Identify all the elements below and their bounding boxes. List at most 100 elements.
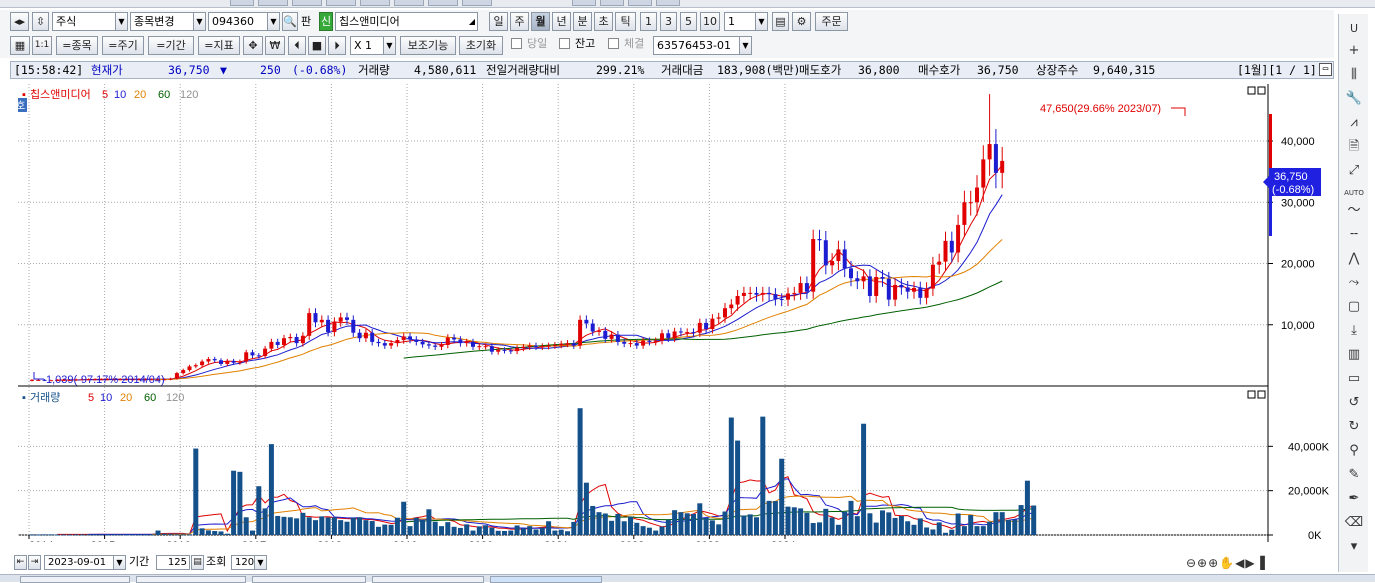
account-select[interactable]: 63576453-01 ▼ bbox=[653, 36, 752, 55]
eraser-icon[interactable]: ⌫ bbox=[1344, 514, 1364, 532]
period-input[interactable]: 125 bbox=[156, 555, 190, 570]
change-stock-select[interactable]: 종목변경 ▼ bbox=[130, 12, 206, 31]
undo-icon[interactable]: ↺ bbox=[1344, 394, 1364, 412]
document-icon[interactable]: 🗎 bbox=[1344, 138, 1364, 156]
download-icon[interactable]: ⤓ bbox=[1344, 322, 1364, 340]
volume-pane-restore-icon[interactable] bbox=[1247, 390, 1256, 399]
won-button[interactable]: ₩ bbox=[265, 36, 285, 55]
settings-icon[interactable]: ⚙ bbox=[792, 12, 811, 31]
chevron-down-icon[interactable]: ▼ bbox=[755, 13, 767, 30]
order-button[interactable]: 주문 bbox=[815, 12, 848, 31]
pane-close-icon[interactable] bbox=[1257, 86, 1266, 95]
prev-next-arrows-icon[interactable]: ◂▸ bbox=[10, 12, 29, 31]
right-nav-icon[interactable]: ⇥ bbox=[28, 555, 41, 570]
top-tab[interactable] bbox=[600, 0, 624, 6]
auto-mode-icon[interactable]: AUTO bbox=[1344, 184, 1364, 202]
top-tab[interactable] bbox=[428, 0, 458, 6]
chevron-down-icon[interactable]: ▼ bbox=[113, 556, 125, 569]
top-tab[interactable] bbox=[230, 0, 254, 6]
move-icon[interactable]: ✥ bbox=[243, 36, 263, 55]
top-tab[interactable] bbox=[326, 0, 356, 6]
top-tab[interactable] bbox=[656, 0, 680, 6]
pen-tool-icon[interactable]: ✒ bbox=[1344, 490, 1364, 508]
chevron-down-icon[interactable]: ▼ bbox=[193, 13, 205, 30]
aux-function-button[interactable]: 보조기능 bbox=[400, 36, 456, 55]
chevron-down-icon[interactable]: ▼ bbox=[739, 37, 751, 54]
calendar-icon[interactable]: ▤ bbox=[191, 555, 204, 570]
left-nav-icon[interactable]: ⇤ bbox=[14, 555, 27, 570]
interval-1[interactable]: 1 bbox=[640, 12, 657, 31]
balance-checkbox[interactable] bbox=[559, 38, 570, 49]
pane-restore-icon[interactable] bbox=[1247, 86, 1256, 95]
range-button[interactable]: =기간 bbox=[148, 36, 194, 55]
volume-bar bbox=[142, 534, 148, 536]
period-year[interactable]: 년 bbox=[552, 12, 571, 31]
market-select[interactable]: 주식 ▼ bbox=[52, 12, 128, 31]
top-tab[interactable] bbox=[572, 0, 596, 6]
multiplier-select[interactable]: X 1 ▼ bbox=[350, 36, 396, 55]
stock-search-icon[interactable]: ⇳ bbox=[32, 12, 49, 31]
cycle-button[interactable]: =주기 bbox=[102, 36, 144, 55]
top-tab[interactable] bbox=[360, 0, 390, 6]
top-tab[interactable] bbox=[258, 0, 288, 6]
period-month[interactable]: 월 bbox=[531, 12, 550, 31]
period-second[interactable]: 초 bbox=[594, 12, 613, 31]
search-icon[interactable]: 🔍 bbox=[282, 12, 298, 31]
status-maximize-icon[interactable]: ▭ bbox=[1319, 63, 1332, 76]
pencil-icon[interactable]: ✎ bbox=[1344, 466, 1364, 484]
scroll-left-icon[interactable]: ⏴ bbox=[288, 36, 306, 55]
save-icon[interactable]: ▤ bbox=[772, 12, 789, 31]
start-date-input[interactable]: 2023-09-01 ▼ bbox=[44, 555, 126, 570]
top-tab[interactable] bbox=[628, 0, 652, 6]
zigzag-icon[interactable]: ⋀ bbox=[1344, 250, 1364, 268]
stop-icon[interactable]: ■ bbox=[308, 36, 326, 55]
magnifier-icon[interactable]: ⚲ bbox=[1344, 442, 1364, 460]
interval-10[interactable]: 10 bbox=[700, 12, 720, 31]
wrench-icon[interactable]: 🔧 bbox=[1344, 90, 1364, 108]
rectangle-tool-icon[interactable]: ▢ bbox=[1344, 298, 1364, 316]
volume-bar bbox=[609, 520, 615, 535]
window-icon[interactable]: ▭ bbox=[1344, 370, 1364, 388]
stock-code-input[interactable]: 094360 ▼ bbox=[208, 12, 280, 31]
price-line-icon[interactable]: ⩘ bbox=[1344, 114, 1364, 132]
ratio-button[interactable]: 1:1 bbox=[32, 36, 52, 55]
interval-3[interactable]: 3 bbox=[660, 12, 677, 31]
chevron-down-icon[interactable]: ▼ bbox=[115, 13, 127, 30]
day-checkbox[interactable] bbox=[511, 38, 522, 49]
chevron-down-icon[interactable]: ▼ bbox=[254, 556, 266, 569]
interval-5[interactable]: 5 bbox=[680, 12, 697, 31]
scroll-up-icon[interactable]: U bbox=[1344, 20, 1364, 38]
auto-zoom-icon[interactable]: ⤢ bbox=[1344, 162, 1364, 180]
chevron-down-icon[interactable]: ▼ bbox=[267, 13, 279, 30]
trend-line-icon[interactable]: 〜 bbox=[1344, 202, 1364, 220]
period-minute[interactable]: 분 bbox=[573, 12, 592, 31]
top-tab[interactable] bbox=[292, 0, 322, 6]
period-tick[interactable]: 틱 bbox=[615, 12, 636, 31]
tool-plus-icon[interactable]: + bbox=[1344, 42, 1364, 60]
horizontal-line-icon[interactable]: ╌ bbox=[1344, 226, 1364, 244]
stock-chart-svg[interactable]: 10,000 20,000 30,000 40,000 0K 20,000K 40,000K… bbox=[12, 84, 1338, 552]
top-tab[interactable] bbox=[462, 0, 492, 6]
zoom-controls[interactable]: ⊖⊕⊕✋◀▶▐ bbox=[1186, 556, 1276, 572]
redo-icon[interactable]: ↻ bbox=[1344, 418, 1364, 436]
chevron-down-icon[interactable]: ▼ bbox=[383, 37, 395, 54]
item-button[interactable]: =종목 bbox=[56, 36, 98, 55]
volume-pane-close-icon[interactable] bbox=[1257, 390, 1266, 399]
chart-area[interactable]: 10,000 20,000 30,000 40,000 0K 20,000K 40,000K… bbox=[12, 84, 1338, 552]
interval-input[interactable]: 1 ▼ bbox=[724, 12, 768, 31]
polyline-icon[interactable]: ⤳ bbox=[1344, 274, 1364, 292]
exec-checkbox[interactable] bbox=[608, 38, 619, 49]
index-button[interactable]: =지표 bbox=[198, 36, 240, 55]
period-day[interactable]: 일 bbox=[489, 12, 508, 31]
candle-body bbox=[634, 343, 639, 346]
scroll-down-icon[interactable]: ▾ bbox=[1344, 538, 1364, 556]
stock-name-field[interactable]: 칩스앤미디어 ◢ bbox=[335, 12, 478, 31]
count-input[interactable]: 120 ▼ bbox=[231, 555, 267, 570]
grid-layout-icon[interactable]: ▦ bbox=[10, 36, 30, 55]
table-icon[interactable]: ▥ bbox=[1344, 346, 1364, 364]
period-week[interactable]: 주 bbox=[510, 12, 529, 31]
chart-bars-icon[interactable]: ⫼ bbox=[1344, 66, 1364, 84]
top-tab[interactable] bbox=[394, 0, 424, 6]
scroll-right-icon[interactable]: ⏵ bbox=[328, 36, 346, 55]
reset-button[interactable]: 초기화 bbox=[459, 36, 503, 55]
